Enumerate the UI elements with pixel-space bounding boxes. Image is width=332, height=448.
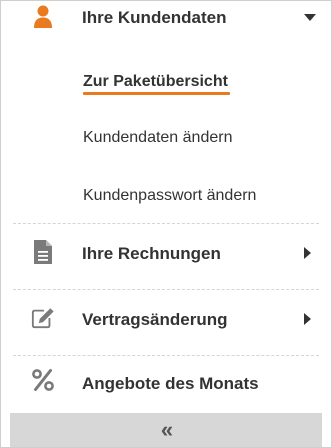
menu-item-label: Ihre Rechnungen bbox=[82, 244, 221, 263]
submenu-item-edit-customer-data[interactable]: Kundendaten ändern bbox=[83, 129, 232, 147]
divider bbox=[13, 355, 319, 356]
divider bbox=[13, 223, 319, 224]
chevron-right-icon[interactable] bbox=[304, 313, 311, 325]
user-icon bbox=[31, 5, 55, 29]
double-chevron-left-icon: « bbox=[160, 417, 173, 442]
menu-item-invoices[interactable]: Ihre Rechnungen bbox=[1, 225, 331, 287]
collapse-sidebar-button[interactable]: « bbox=[10, 413, 322, 447]
submenu-item-change-password[interactable]: Kundenpasswort ändern bbox=[83, 187, 256, 205]
percent-icon bbox=[31, 368, 55, 392]
divider bbox=[13, 289, 319, 290]
menu-item-label: Ihre Kundendaten bbox=[82, 8, 227, 27]
chevron-right-icon[interactable] bbox=[304, 247, 311, 259]
sidebar-menu: Ihre Kundendaten Zur Paketübersicht Kund… bbox=[0, 0, 332, 448]
menu-item-monthly-offers[interactable]: Angebote des Monats bbox=[1, 357, 331, 411]
chevron-down-icon[interactable] bbox=[304, 14, 316, 21]
menu-item-contract-change[interactable]: Vertragsänderung bbox=[1, 291, 331, 353]
menu-item-label: Angebote des Monats bbox=[82, 374, 259, 393]
submenu-item-package-overview[interactable]: Zur Paketübersicht bbox=[83, 73, 228, 91]
edit-icon bbox=[31, 306, 55, 330]
active-underline bbox=[83, 92, 230, 95]
document-icon bbox=[31, 240, 55, 264]
menu-item-label: Vertragsänderung bbox=[82, 310, 228, 329]
menu-item-customer-data[interactable]: Ihre Kundendaten bbox=[1, 1, 331, 37]
